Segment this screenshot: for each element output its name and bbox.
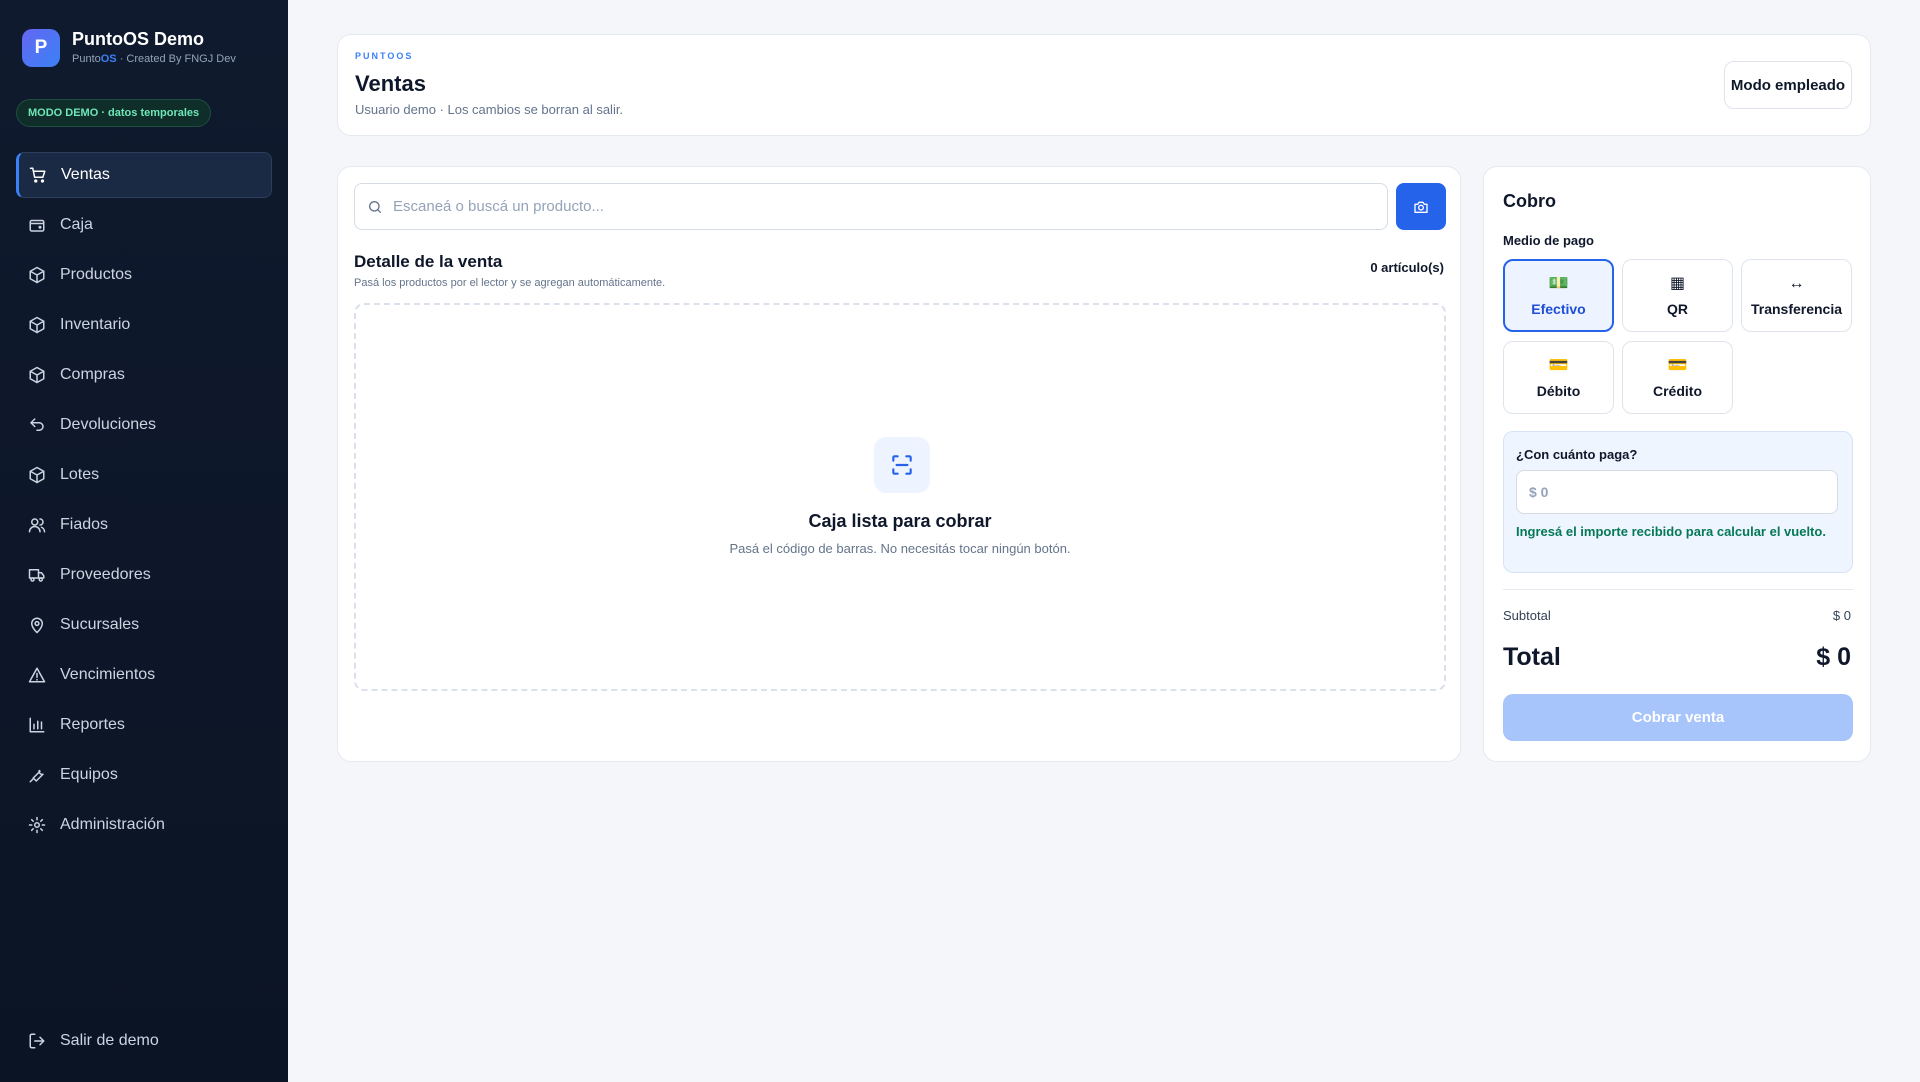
scan-icon (874, 437, 930, 493)
sidebar-item-caja[interactable]: Caja (16, 202, 272, 248)
sidebar-item-sucursales[interactable]: Sucursales (16, 602, 272, 648)
logout-button[interactable]: Salir de demo (16, 1018, 272, 1064)
brand-name: PuntoOS Demo (72, 29, 205, 49)
empty-state-subtitle: Pasá el código de barras. No necesitás t… (729, 541, 1071, 556)
amount-received-label: ¿Con cuánto paga? (1516, 447, 1638, 462)
map-pin-icon (31, 617, 43, 634)
brand-logo: P (22, 28, 60, 67)
box-icon (29, 366, 45, 384)
card-icon: 💳 (1548, 356, 1569, 374)
sale-items-dropzone: Caja lista para cobrar Pasá el código de… (354, 303, 1446, 691)
payment-panel: Cobro Medio de pago 💵 Efectivo ▦ QR ↔ Tr… (1483, 166, 1871, 762)
charge-sale-button[interactable]: Cobrar venta (1503, 694, 1853, 741)
sidebar-item-ventas[interactable]: Ventas (16, 152, 272, 198)
total-value: $ 0 (1816, 643, 1851, 671)
sale-detail-title: Detalle de la venta (354, 252, 503, 271)
sidebar-item-administracion[interactable]: Administración (16, 802, 272, 848)
sidebar-nav: Ventas Caja Productos Inventario Compras… (16, 152, 272, 852)
box-icon (29, 466, 45, 484)
amount-received-box: ¿Con cuánto paga? Ingresá el importe rec… (1503, 431, 1853, 573)
item-count: 0 artículo(s) (1370, 260, 1444, 275)
gear-icon (28, 816, 46, 834)
payment-method-debito[interactable]: 💳 Débito (1503, 341, 1614, 414)
payment-title: Cobro (1503, 191, 1556, 211)
camera-icon (1414, 201, 1428, 213)
demo-mode-badge: MODO DEMO · datos temporales (16, 99, 212, 127)
sidebar-item-reportes[interactable]: Reportes (16, 702, 272, 748)
box-icon (29, 316, 45, 334)
wallet-icon (29, 219, 45, 232)
box-icon (29, 266, 45, 284)
payment-method-qr[interactable]: ▦ QR (1622, 259, 1733, 332)
subtotal-label: Subtotal (1503, 608, 1551, 623)
tools-icon (29, 769, 44, 783)
sidebar-item-fiados[interactable]: Fiados (16, 502, 272, 548)
page-subtitle: Usuario demo · Los cambios se borran al … (355, 102, 624, 117)
sale-panel: Detalle de la venta Pasá los productos p… (337, 166, 1461, 762)
search-icon (369, 200, 381, 213)
employee-mode-button[interactable]: Modo empleado (1724, 61, 1852, 109)
sale-detail-subtitle: Pasá los productos por el lector y se ag… (354, 277, 666, 289)
sidebar: P PuntoOS Demo PuntoOS · Created By FNGJ… (0, 0, 288, 1082)
bar-chart-icon (29, 717, 45, 733)
payment-method-credito[interactable]: 💳 Crédito (1622, 341, 1733, 414)
change-hint: Ingresá el importe recibido para calcula… (1516, 524, 1826, 539)
truck-icon (28, 569, 45, 582)
brand-subtitle: PuntoOS · Created By FNGJ Dev (72, 53, 236, 65)
page-header: PUNTOOS Ventas Usuario demo · Los cambio… (337, 34, 1871, 136)
payment-method-efectivo[interactable]: 💵 Efectivo (1503, 259, 1614, 332)
camera-scan-button[interactable] (1396, 183, 1446, 230)
page-eyebrow: PUNTOOS (355, 51, 414, 61)
subtotal-value: $ 0 (1832, 608, 1851, 623)
payment-method-transferencia[interactable]: ↔ Transferencia (1741, 259, 1852, 332)
logout-icon (29, 1033, 45, 1049)
brand[interactable]: P PuntoOS Demo PuntoOS · Created By FNGJ… (22, 28, 236, 67)
sidebar-item-compras[interactable]: Compras (16, 352, 272, 398)
payment-method-label: Medio de pago (1503, 233, 1594, 248)
undo-icon (30, 418, 44, 431)
sidebar-item-vencimientos[interactable]: Vencimientos (16, 652, 272, 698)
product-search[interactable] (354, 183, 1388, 230)
sidebar-item-proveedores[interactable]: Proveedores (16, 552, 272, 598)
card-icon: 💳 (1667, 356, 1688, 374)
cash-icon: 💵 (1548, 274, 1569, 292)
sidebar-item-lotes[interactable]: Lotes (16, 452, 272, 498)
total-label: Total (1503, 643, 1561, 671)
sidebar-item-devoluciones[interactable]: Devoluciones (16, 402, 272, 448)
product-search-input[interactable] (393, 198, 1373, 215)
amount-received-input[interactable] (1516, 470, 1838, 514)
sidebar-item-equipos[interactable]: Equipos (16, 752, 272, 798)
page-title: Ventas (355, 71, 426, 96)
users-icon (28, 518, 46, 533)
empty-state-title: Caja lista para cobrar (808, 511, 992, 531)
qr-icon: ▦ (1669, 274, 1686, 292)
cart-icon (29, 167, 46, 183)
transfer-icon: ↔ (1788, 274, 1805, 292)
sidebar-item-inventario[interactable]: Inventario (16, 302, 272, 348)
warning-icon (28, 667, 46, 683)
totals-divider (1503, 589, 1853, 590)
sidebar-item-productos[interactable]: Productos (16, 252, 272, 298)
